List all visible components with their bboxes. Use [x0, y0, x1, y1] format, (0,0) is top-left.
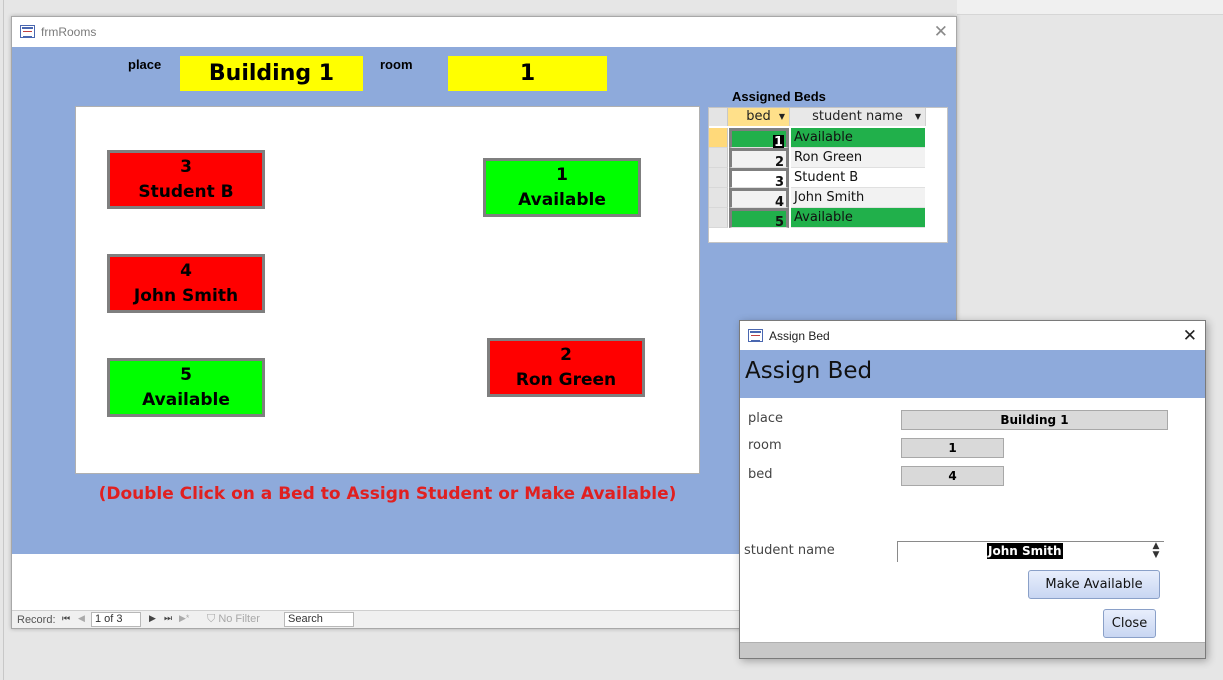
dialog-header: Assign Bed [740, 350, 1205, 398]
place-field: Building 1 [901, 410, 1168, 430]
student-name-combobox[interactable]: John Smith ▲ ▼ [897, 541, 1164, 562]
table-cell-bed[interactable]: 1 [729, 128, 789, 150]
form-icon [20, 25, 35, 38]
table-cell-student-name[interactable]: John Smith [791, 188, 925, 208]
bed-number: 2 [560, 345, 572, 365]
row-selector[interactable] [709, 168, 728, 188]
table-cell-student-name[interactable]: Ron Green [791, 148, 925, 168]
current-record-input[interactable]: 1 of 3 [91, 612, 141, 627]
column-header-bed[interactable]: bed ▼ [728, 108, 790, 126]
row-selector[interactable] [709, 208, 728, 228]
close-icon[interactable]: ✕ [934, 22, 948, 42]
desktop-top-strip [957, 0, 1223, 15]
last-record-icon[interactable]: ⏭ [164, 613, 172, 624]
table-cell-student-name[interactable]: Student B [791, 168, 925, 188]
bed-occupant: Student B [138, 182, 234, 202]
dialog-footer [740, 642, 1205, 658]
bed-label: bed [748, 467, 773, 482]
room-field: 1 [901, 438, 1004, 458]
dialog-title: Assign Bed [769, 329, 830, 343]
close-button[interactable]: Close [1103, 609, 1156, 638]
bed-button-2[interactable]: 2 Ron Green [487, 338, 645, 397]
bed-button-1[interactable]: 1 Available [483, 158, 641, 217]
dialog-heading: Assign Bed [745, 358, 873, 384]
table-cell-bed[interactable]: 2 [729, 148, 789, 170]
close-icon[interactable]: ✕ [1183, 326, 1197, 346]
frmrooms-titlebar[interactable]: frmRooms ✕ [12, 17, 956, 47]
first-record-icon[interactable]: ⏮ [62, 613, 70, 624]
select-all-corner[interactable] [709, 108, 728, 126]
instruction-hint: (Double Click on a Bed to Assign Student… [98, 484, 677, 504]
bed-field: 4 [901, 466, 1004, 486]
bed-number: 4 [180, 261, 192, 281]
bed-number: 3 [180, 157, 192, 177]
dropdown-arrow-icon[interactable]: ▼ [915, 108, 921, 126]
dialog-titlebar[interactable]: Assign Bed ✕ [740, 321, 1205, 350]
window-title: frmRooms [41, 25, 97, 39]
column-header-student-name[interactable]: student name ▼ [790, 108, 926, 126]
row-selector[interactable] [709, 188, 728, 208]
bed-layout-panel: 3 Student B 1 Available 4 John Smith 5 A… [75, 106, 700, 474]
room-label: room [748, 438, 782, 453]
search-input[interactable]: Search [284, 612, 354, 627]
bed-occupant: Ron Green [515, 370, 617, 390]
student-name-value: John Smith [987, 543, 1063, 559]
bed-occupant: Available [518, 190, 606, 210]
no-filter-indicator[interactable]: ⛉ No Filter [207, 613, 260, 626]
table-cell-student-name[interactable]: Available [791, 128, 925, 148]
assigned-beds-title: Assigned Beds [732, 89, 826, 104]
form-icon [748, 329, 763, 342]
assign-bed-dialog: Assign Bed ✕ Assign Bed place Building 1… [739, 320, 1206, 659]
row-selector[interactable] [709, 148, 728, 168]
bed-button-5[interactable]: 5 Available [107, 358, 265, 417]
room-value: 1 [448, 56, 607, 91]
previous-record-icon[interactable]: ◀ [78, 613, 85, 624]
spinner-arrows-icon[interactable]: ▲ ▼ [1150, 542, 1162, 560]
new-record-icon[interactable]: ▶* [179, 613, 189, 624]
bed-button-4[interactable]: 4 John Smith [107, 254, 265, 313]
bed-number: 5 [180, 365, 192, 385]
place-label: place [748, 411, 783, 426]
assigned-beds-datasheet[interactable]: bed ▼ student name ▼ 1 Available 2 Ron G… [708, 107, 948, 243]
next-record-icon[interactable]: ▶ [149, 613, 156, 624]
bed-button-3[interactable]: 3 Student B [107, 150, 265, 209]
table-cell-bed[interactable]: 4 [729, 188, 789, 210]
table-cell-student-name[interactable]: Available [791, 208, 925, 228]
table-cell-bed[interactable]: 5 [729, 208, 789, 230]
filter-icon: ⛉ [207, 613, 219, 625]
dropdown-arrow-icon[interactable]: ▼ [779, 108, 785, 126]
table-cell-bed[interactable]: 3 [729, 168, 789, 190]
student-name-label: student name [744, 543, 835, 558]
record-label: Record: [17, 614, 56, 626]
place-label: place [128, 57, 162, 72]
place-value: Building 1 [180, 56, 363, 91]
bed-number: 1 [556, 165, 568, 185]
row-selector-current[interactable] [709, 128, 728, 148]
make-available-button[interactable]: Make Available [1028, 570, 1160, 599]
room-label: room [380, 57, 413, 72]
left-edge [0, 0, 4, 680]
bed-occupant: John Smith [133, 286, 239, 306]
bed-occupant: Available [142, 390, 230, 410]
